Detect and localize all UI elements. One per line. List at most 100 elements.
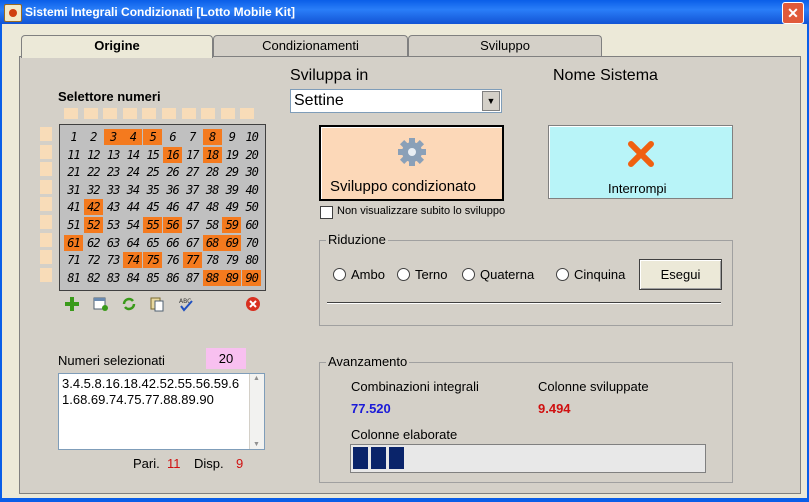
column-toggle[interactable] [83, 108, 98, 119]
number-cell-78[interactable]: 78 [203, 252, 222, 268]
new-sheet-icon[interactable] [93, 296, 109, 312]
number-cell-1[interactable]: 1 [64, 129, 83, 145]
radio-cinquina[interactable] [556, 268, 569, 281]
number-cell-38[interactable]: 38 [203, 182, 222, 198]
number-cell-54[interactable]: 54 [123, 217, 142, 233]
row-toggle[interactable] [40, 127, 52, 141]
number-cell-74[interactable]: 74 [123, 252, 143, 269]
tab-sviluppo[interactable]: Sviluppo [408, 35, 602, 56]
row-toggle[interactable] [40, 267, 52, 282]
row-toggle[interactable] [40, 197, 52, 212]
number-cell-90[interactable]: 90 [242, 269, 262, 286]
sviluppa-select[interactable]: Settine ▼ [290, 89, 502, 113]
number-cell-45[interactable]: 45 [143, 199, 162, 215]
number-cell-6[interactable]: 6 [163, 129, 182, 145]
number-cell-61[interactable]: 61 [64, 234, 83, 251]
number-cell-32[interactable]: 32 [84, 182, 103, 198]
number-cell-84[interactable]: 84 [123, 270, 142, 286]
number-cell-30[interactable]: 30 [242, 164, 261, 180]
radio-terno[interactable] [397, 268, 410, 281]
spellcheck-icon[interactable]: ABC [178, 296, 194, 312]
number-cell-17[interactable]: 17 [183, 147, 202, 163]
number-cell-12[interactable]: 12 [84, 147, 103, 163]
column-toggle[interactable] [122, 108, 137, 119]
radio-quaterna[interactable] [462, 268, 475, 281]
number-cell-18[interactable]: 18 [202, 146, 222, 163]
non-visualizzare-checkbox[interactable] [320, 206, 333, 219]
row-toggle[interactable] [40, 179, 52, 194]
number-cell-22[interactable]: 22 [84, 164, 103, 180]
number-cell-86[interactable]: 86 [163, 270, 182, 286]
scroll-up-icon[interactable]: ▲ [253, 375, 260, 382]
number-cell-26[interactable]: 26 [163, 164, 182, 180]
number-cell-69[interactable]: 69 [222, 234, 242, 251]
number-cell-49[interactable]: 49 [222, 199, 241, 215]
textbox-scrollbar[interactable]: ▲ ▼ [249, 374, 264, 449]
row-toggle[interactable] [40, 144, 52, 159]
close-button[interactable]: ✕ [782, 2, 804, 24]
column-toggle[interactable] [162, 108, 176, 119]
number-cell-43[interactable]: 43 [104, 199, 123, 215]
row-toggle[interactable] [40, 162, 52, 177]
number-cell-3[interactable]: 3 [103, 129, 123, 145]
number-cell-39[interactable]: 39 [222, 182, 241, 198]
number-cell-55[interactable]: 55 [143, 217, 163, 233]
row-toggle[interactable] [40, 215, 52, 229]
radio-ambo[interactable] [333, 268, 346, 281]
number-cell-72[interactable]: 72 [84, 252, 103, 268]
number-cell-56[interactable]: 56 [163, 217, 182, 233]
number-cell-13[interactable]: 13 [104, 147, 123, 163]
number-cell-80[interactable]: 80 [242, 252, 261, 268]
number-cell-41[interactable]: 41 [64, 199, 83, 215]
number-cell-2[interactable]: 2 [84, 129, 103, 145]
number-cell-11[interactable]: 11 [64, 147, 83, 163]
number-cell-79[interactable]: 79 [222, 252, 241, 268]
number-cell-50[interactable]: 50 [242, 199, 261, 215]
tab-origine[interactable]: Origine [21, 35, 213, 58]
number-cell-64[interactable]: 64 [123, 235, 142, 251]
number-cell-21[interactable]: 21 [64, 164, 83, 180]
number-cell-59[interactable]: 59 [222, 217, 242, 233]
column-toggle[interactable] [64, 108, 78, 119]
number-cell-76[interactable]: 76 [163, 252, 182, 268]
number-cell-81[interactable]: 81 [64, 270, 83, 286]
number-cell-67[interactable]: 67 [183, 235, 202, 251]
number-cell-9[interactable]: 9 [222, 129, 241, 145]
number-cell-19[interactable]: 19 [222, 147, 241, 163]
number-cell-66[interactable]: 66 [163, 235, 182, 251]
number-cell-27[interactable]: 27 [183, 164, 202, 180]
number-cell-77[interactable]: 77 [182, 252, 202, 269]
number-cell-83[interactable]: 83 [104, 270, 123, 286]
delete-icon[interactable] [245, 296, 261, 312]
number-cell-7[interactable]: 7 [183, 129, 202, 145]
number-cell-63[interactable]: 63 [104, 235, 123, 251]
number-cell-44[interactable]: 44 [123, 199, 142, 215]
number-cell-71[interactable]: 71 [64, 252, 83, 268]
column-toggle[interactable] [181, 108, 196, 119]
column-toggle[interactable] [201, 108, 216, 119]
number-cell-35[interactable]: 35 [143, 182, 162, 198]
number-cell-25[interactable]: 25 [143, 164, 162, 180]
row-toggle[interactable] [40, 250, 52, 265]
number-cell-8[interactable]: 8 [202, 129, 222, 145]
number-cell-73[interactable]: 73 [104, 252, 123, 268]
refresh-icon[interactable] [121, 296, 137, 312]
number-cell-52[interactable]: 52 [83, 217, 103, 233]
number-cell-40[interactable]: 40 [242, 182, 261, 198]
column-toggle[interactable] [142, 108, 157, 119]
column-toggle[interactable] [220, 108, 235, 119]
number-cell-23[interactable]: 23 [104, 164, 123, 180]
esegui-button[interactable]: Esegui [639, 259, 722, 290]
number-cell-47[interactable]: 47 [183, 199, 202, 215]
number-cell-88[interactable]: 88 [202, 269, 222, 286]
number-cell-29[interactable]: 29 [222, 164, 241, 180]
number-cell-65[interactable]: 65 [143, 235, 162, 251]
number-cell-48[interactable]: 48 [203, 199, 222, 215]
number-cell-75[interactable]: 75 [143, 252, 163, 269]
sviluppo-condizionato-button[interactable]: Sviluppo condizionato [319, 125, 504, 201]
number-cell-4[interactable]: 4 [123, 129, 143, 145]
number-cell-37[interactable]: 37 [183, 182, 202, 198]
number-cell-36[interactable]: 36 [163, 182, 182, 198]
number-cell-51[interactable]: 51 [64, 217, 83, 233]
number-cell-85[interactable]: 85 [143, 270, 162, 286]
